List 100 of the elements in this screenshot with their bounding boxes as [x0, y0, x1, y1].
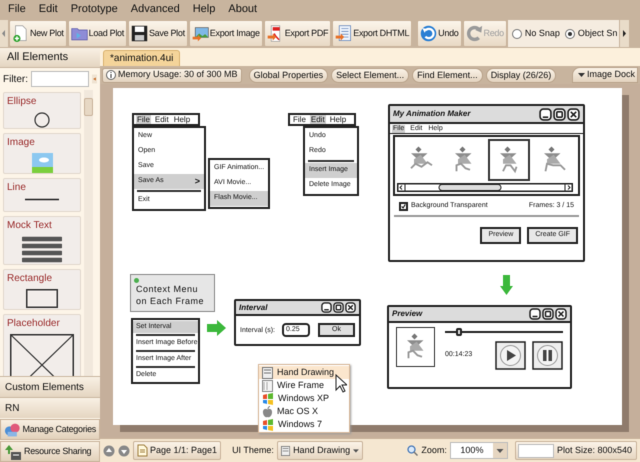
toolbar-button[interactable]: Export Image — [188, 20, 263, 47]
theme-option[interactable]: Windows XP — [259, 392, 349, 405]
element-card[interactable]: Ellipse — [3, 92, 81, 129]
panel-header[interactable]: All Elements — [0, 48, 100, 68]
picture-export-icon — [192, 25, 209, 42]
menu-item[interactable]: Help — [192, 1, 216, 18]
element-card[interactable]: Image — [3, 133, 81, 174]
toolbar-button[interactable]: Find Element... — [412, 68, 483, 82]
dock-button[interactable]: Image Dock — [572, 67, 638, 83]
submenu-arrow: > — [194, 174, 200, 188]
element-label: Rectangle — [7, 272, 52, 286]
element-card[interactable]: Placeholder — [3, 314, 81, 376]
menu-item[interactable]: Advanced — [130, 1, 180, 18]
mock-menu-item[interactable]: Help — [172, 115, 192, 124]
windows-logo-icon — [262, 418, 274, 430]
menu-item[interactable]: File — [8, 1, 26, 18]
line-icon — [25, 198, 59, 201]
dot-icon — [134, 278, 139, 283]
toolbar-button[interactable]: Export PDF — [264, 20, 332, 47]
document-export-icon — [335, 25, 352, 42]
menu-item[interactable]: About — [228, 1, 258, 18]
sharing-icon — [4, 442, 22, 460]
pause-button-icon[interactable] — [532, 341, 563, 370]
toolbar-button[interactable]: New Plot — [9, 20, 67, 47]
sketch-theme-icon — [262, 366, 273, 378]
radio-label: Object Sn — [578, 26, 618, 40]
element-card[interactable]: Line — [3, 178, 81, 212]
toolbar-button[interactable]: Save Plot — [128, 20, 188, 47]
maximize-icon[interactable] — [553, 108, 566, 120]
filter-field[interactable] — [31, 71, 89, 87]
search-icon — [407, 445, 418, 456]
toolbar-button[interactable]: Export DHTML — [332, 20, 412, 47]
maximize-icon[interactable] — [333, 302, 344, 313]
toolbar-button[interactable]: Load Plot — [68, 20, 127, 47]
sidebar-button[interactable]: Resource Sharing — [0, 441, 100, 462]
theme-option[interactable]: Wire Frame — [259, 379, 349, 392]
plot-size-field[interactable] — [518, 444, 554, 458]
document-icon — [137, 444, 148, 457]
memory-usage-text: Memory Usage: 30 of 300 MB — [118, 68, 238, 82]
note-text: Context Menu on Each Frame — [136, 283, 206, 307]
element-card[interactable]: Rectangle — [3, 269, 81, 310]
mock-menu-item[interactable]: File — [136, 115, 151, 124]
theme-label: UI Theme: — [232, 444, 274, 457]
close-icon[interactable] — [345, 302, 356, 313]
right-arrow-icon — [207, 320, 226, 336]
slider[interactable] — [445, 328, 563, 336]
minimize-icon[interactable] — [539, 108, 552, 120]
theme-option[interactable]: Mac OS X — [259, 405, 349, 418]
mock-menu-item[interactable]: File — [292, 115, 307, 124]
scroll-left-icon[interactable] — [0, 20, 8, 47]
radio-button[interactable] — [564, 28, 575, 38]
theme-dropdown[interactable]: Hand Drawing — [276, 441, 363, 460]
up-arrow-button-icon[interactable] — [103, 444, 115, 456]
frame-thumbnail[interactable] — [488, 139, 530, 181]
toolbar-button[interactable]: Select Element... — [331, 68, 410, 82]
mock-menu-item[interactable]: Edit — [310, 115, 326, 124]
caret-icon — [492, 443, 507, 458]
category-header[interactable]: Custom Elements — [0, 376, 100, 397]
element-card[interactable]: Mock Text — [3, 216, 81, 265]
play-button-icon[interactable] — [495, 341, 526, 370]
plot-size-text: Plot Size: 800x540 — [556, 444, 633, 457]
maximize-icon[interactable] — [542, 308, 554, 320]
theme-option[interactable]: Hand Drawing — [259, 366, 349, 379]
info-icon — [106, 70, 116, 80]
page-button[interactable]: Page 1/1: Page1 — [133, 441, 222, 460]
toolbar-button[interactable]: Display (26/26) — [486, 68, 556, 82]
down-arrow-button-icon[interactable] — [118, 444, 130, 456]
toolbar-button[interactable]: Global Properties — [248, 68, 328, 82]
close-icon[interactable] — [555, 308, 567, 320]
zoom-dropdown[interactable]: 100% — [450, 442, 508, 459]
scroll-right-icon[interactable] — [620, 20, 630, 47]
element-label: Mock Text — [7, 219, 52, 233]
landscape-icon — [32, 153, 52, 173]
categories-icon — [4, 422, 21, 438]
new-document-icon — [12, 25, 29, 42]
menu-item[interactable]: Edit — [38, 1, 58, 18]
checkbox[interactable] — [399, 202, 408, 211]
mock-menu-item[interactable]: Edit — [154, 115, 170, 124]
mock-menu-item[interactable]: Help — [328, 115, 348, 124]
sidebar-button[interactable]: Manage Categories — [0, 419, 100, 440]
slider-thumb[interactable] — [456, 328, 462, 336]
radio-label: No Snap — [524, 26, 560, 40]
scrollbar[interactable] — [84, 90, 93, 376]
circle-icon — [34, 112, 50, 128]
minimize-icon[interactable] — [529, 308, 541, 320]
redo-icon — [466, 25, 482, 42]
horizontal-scrollbar[interactable] — [397, 183, 573, 192]
minimize-icon[interactable] — [321, 302, 332, 313]
toolbar-button[interactable]: Undo — [417, 20, 462, 47]
caret-icon — [353, 448, 359, 452]
category-header[interactable]: RN — [0, 397, 100, 418]
document-tab[interactable]: *animation.4ui — [103, 50, 180, 66]
close-icon[interactable] — [567, 108, 580, 120]
apple-logo-icon — [262, 406, 273, 418]
caret-icon — [578, 73, 585, 77]
zoom-label: Zoom: — [421, 444, 447, 457]
theme-option[interactable]: Windows 7 — [259, 418, 349, 431]
radio-button[interactable] — [512, 28, 522, 38]
menu-item[interactable]: Prototype — [70, 1, 118, 18]
element-label: Placeholder — [7, 317, 60, 331]
